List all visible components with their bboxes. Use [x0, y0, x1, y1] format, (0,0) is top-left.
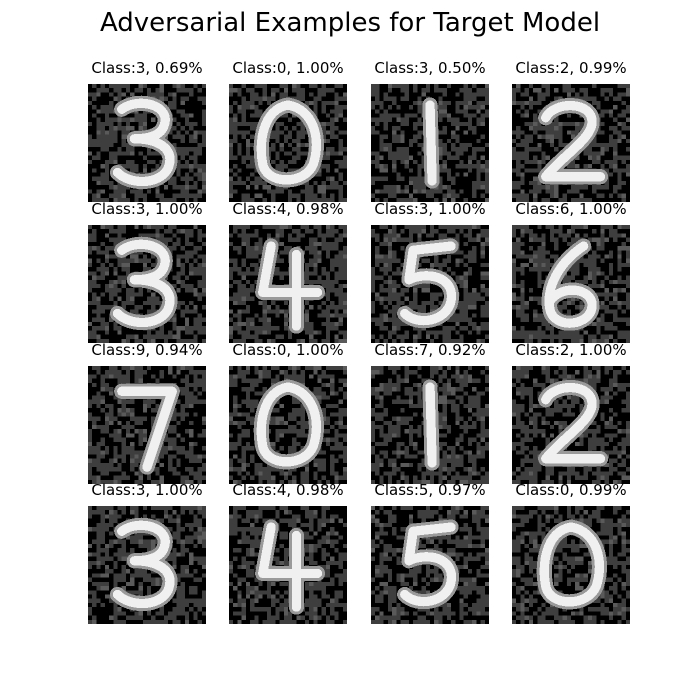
digit-image-svg [371, 366, 489, 484]
grid-cell: Class:0, 0.99% [512, 481, 630, 624]
cell-label: Class:3, 0.69% [91, 59, 203, 77]
cell-label: Class:3, 1.00% [374, 200, 486, 218]
grid-cell: Class:0, 1.00% [229, 341, 347, 484]
digit-image-svg [512, 506, 630, 624]
grid-cell: Class:4, 0.98% [229, 200, 347, 343]
cell-label: Class:9, 0.94% [91, 341, 203, 359]
grid-cell: Class:3, 0.69% [88, 59, 206, 202]
cell-label: Class:0, 1.00% [232, 341, 344, 359]
digit-image [88, 506, 206, 624]
digit-image-svg [371, 84, 489, 202]
digit-image [512, 366, 630, 484]
grid-cell: Class:3, 1.00% [88, 200, 206, 343]
cell-label: Class:2, 1.00% [515, 341, 627, 359]
grid-cell: Class:3, 1.00% [88, 481, 206, 624]
cell-label: Class:6, 1.00% [515, 200, 627, 218]
digit-image [229, 225, 347, 343]
digit-image-svg [88, 225, 206, 343]
cell-label: Class:7, 0.92% [374, 341, 486, 359]
cell-label: Class:2, 0.99% [515, 59, 627, 77]
digit-image-svg [512, 84, 630, 202]
digit-image [371, 84, 489, 202]
digit-stroke [425, 100, 437, 186]
cell-label: Class:5, 0.97% [374, 481, 486, 499]
digit-image [88, 225, 206, 343]
digit-image [512, 84, 630, 202]
digit-image [371, 225, 489, 343]
cell-label: Class:3, 1.00% [91, 481, 203, 499]
grid-cell: Class:6, 1.00% [512, 200, 630, 343]
digit-image-svg [229, 366, 347, 484]
grid-cell: Class:3, 0.50% [371, 59, 489, 202]
digit-image-svg [229, 225, 347, 343]
digit-image [229, 366, 347, 484]
digit-image-svg [229, 506, 347, 624]
digit-image [229, 506, 347, 624]
cell-label: Class:3, 1.00% [91, 200, 203, 218]
grid-cell: Class:2, 0.99% [512, 59, 630, 202]
digit-image-svg [88, 366, 206, 484]
grid-cell: Class:9, 0.94% [88, 341, 206, 484]
digit-image-svg [371, 506, 489, 624]
digit-image [371, 366, 489, 484]
digit-image-svg [371, 225, 489, 343]
grid-cell: Class:5, 0.97% [371, 481, 489, 624]
digit-image-svg [88, 84, 206, 202]
grid-cell: Class:3, 1.00% [371, 200, 489, 343]
digit-stroke [425, 382, 437, 468]
cell-label: Class:4, 0.98% [232, 200, 344, 218]
cell-label: Class:3, 0.50% [374, 59, 486, 77]
figure-title: Adversarial Examples for Target Model [99, 8, 601, 38]
digit-image-svg [512, 366, 630, 484]
digit-image [229, 84, 347, 202]
cell-label: Class:4, 0.98% [232, 481, 344, 499]
grid-cell: Class:2, 1.00% [512, 341, 630, 484]
cell-label: Class:0, 0.99% [515, 481, 627, 499]
digit-image [512, 225, 630, 343]
digit-image [512, 506, 630, 624]
cell-label: Class:0, 1.00% [232, 59, 344, 77]
digit-image [88, 366, 206, 484]
grid-cell: Class:0, 1.00% [229, 59, 347, 202]
digit-image-svg [229, 84, 347, 202]
grid-cell: Class:4, 0.98% [229, 481, 347, 624]
digit-image [371, 506, 489, 624]
digit-image-svg [512, 225, 630, 343]
digit-image [88, 84, 206, 202]
digit-image-svg [88, 506, 206, 624]
grid-cell: Class:7, 0.92% [371, 341, 489, 484]
